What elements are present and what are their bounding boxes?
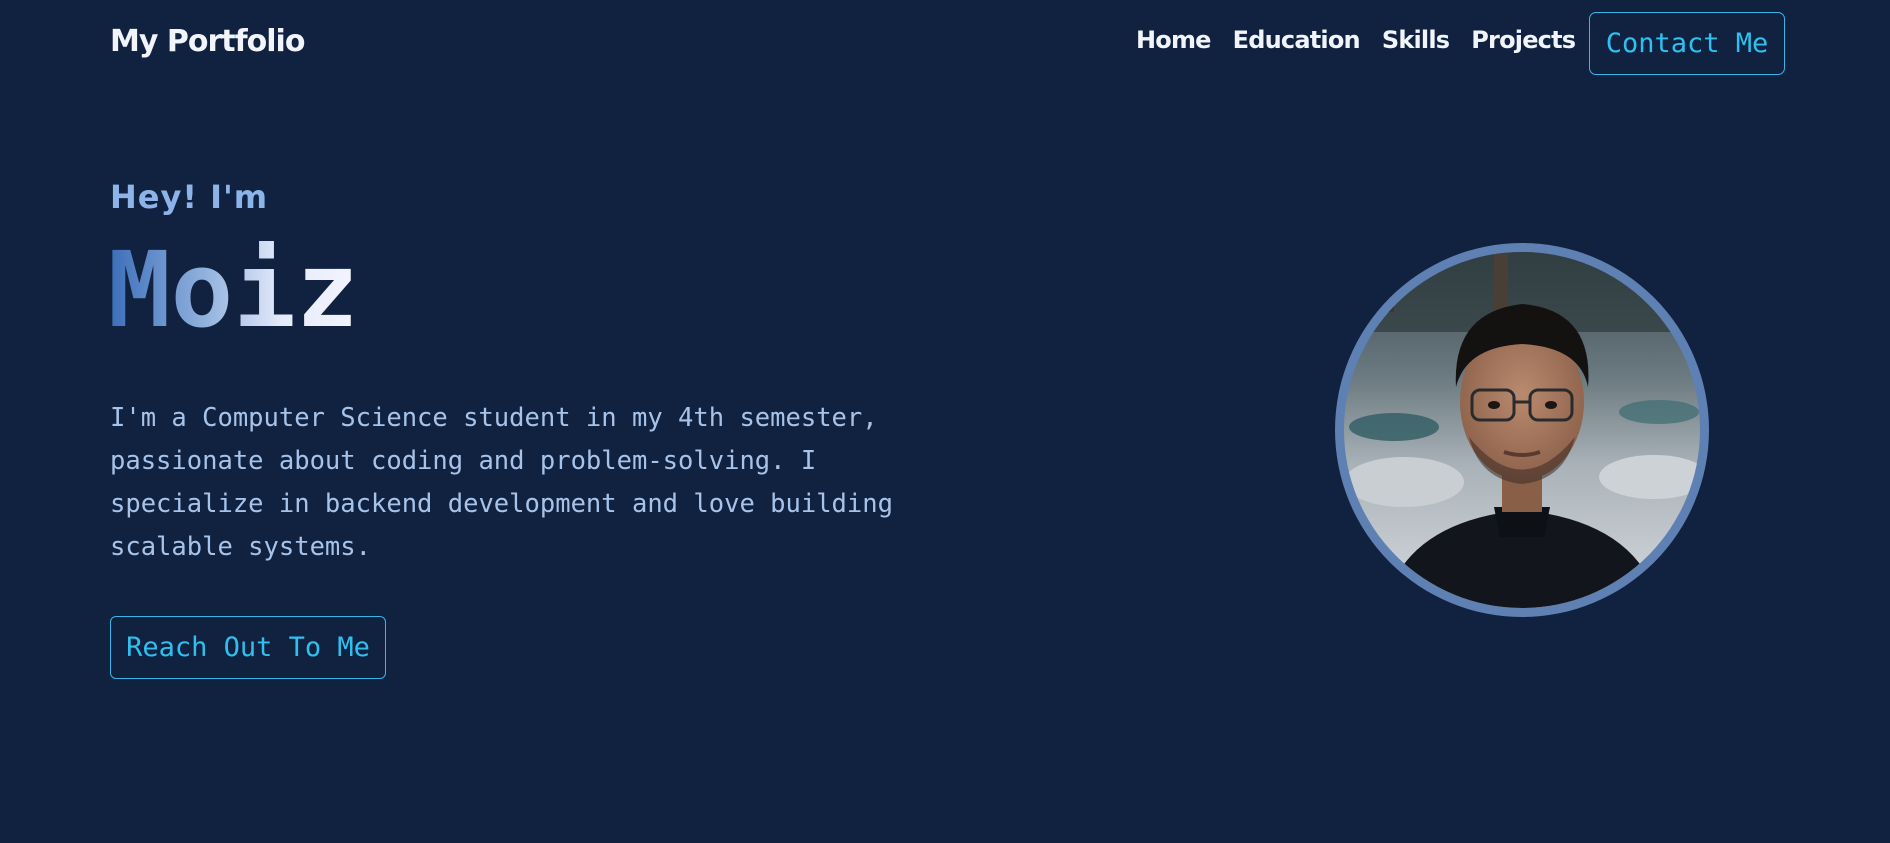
- profile-avatar: [1335, 243, 1709, 617]
- site-brand[interactable]: My Portfolio: [110, 24, 305, 59]
- hero-bio: I'm a Computer Science student in my 4th…: [110, 403, 893, 562]
- profile-photo-illustration: [1344, 252, 1700, 608]
- reach-out-button[interactable]: Reach Out To Me: [110, 616, 386, 679]
- nav-link-education[interactable]: Education: [1233, 26, 1361, 54]
- hero-greeting: Hey! I'm: [110, 178, 269, 216]
- hero-name: Moiz: [108, 229, 359, 351]
- profile-photo: [1344, 252, 1700, 608]
- nav-link-skills[interactable]: Skills: [1382, 26, 1450, 54]
- nav-link-projects[interactable]: Projects: [1471, 26, 1576, 54]
- top-navbar: My Portfolio Home Education Skills Proje…: [0, 0, 1890, 86]
- nav-link-home[interactable]: Home: [1136, 26, 1211, 54]
- contact-me-button[interactable]: Contact Me: [1589, 12, 1785, 75]
- nav-links: Home Education Skills Projects: [1136, 26, 1576, 54]
